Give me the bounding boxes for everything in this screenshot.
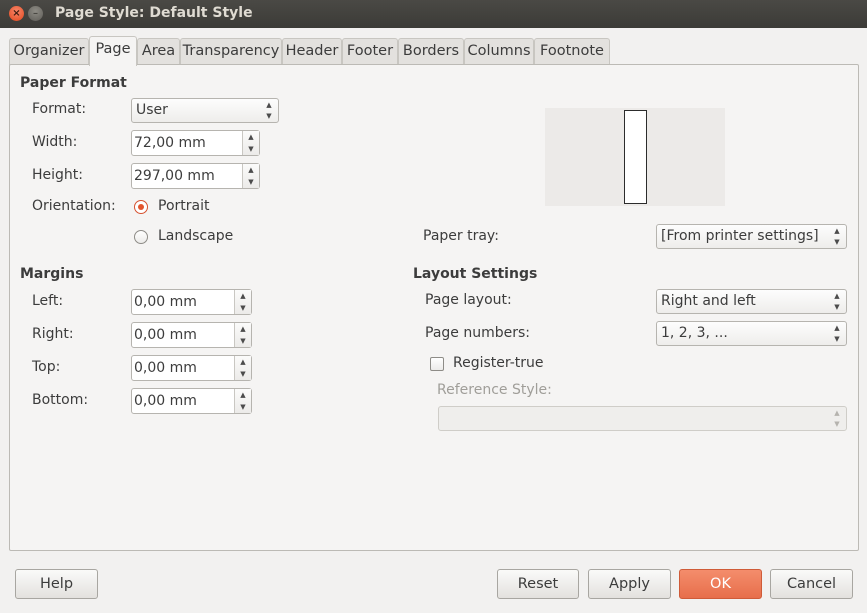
landscape-radio[interactable] xyxy=(134,230,148,244)
apply-button[interactable]: Apply xyxy=(588,569,671,599)
chevron-updown-icon: ▲ ▼ xyxy=(266,101,272,120)
portrait-radio[interactable] xyxy=(134,200,148,214)
chevron-updown-icon: ▲ ▼ xyxy=(834,227,840,246)
tab-footer[interactable]: Footer xyxy=(342,38,398,65)
paper-tray-select[interactable]: [From printer settings] ▲ ▼ xyxy=(656,224,847,249)
width-spinbox[interactable]: 72,00 mm ▲ ▼ xyxy=(131,130,260,156)
margin-right-value: 0,00 mm xyxy=(134,327,197,343)
register-true-checkbox[interactable] xyxy=(430,357,444,371)
height-spinbox[interactable]: 297,00 mm ▲ ▼ xyxy=(131,163,260,189)
margin-left-spinbox[interactable]: 0,00 mm ▲ ▼ xyxy=(131,289,252,315)
tab-columns[interactable]: Columns xyxy=(464,38,534,65)
tab-page[interactable]: Page xyxy=(89,36,137,66)
minimize-icon[interactable]: – xyxy=(28,6,43,21)
close-icon[interactable]: × xyxy=(9,6,24,21)
arrow-down-icon[interactable]: ▼ xyxy=(235,335,251,347)
margin-right-spinbox[interactable]: 0,00 mm ▲ ▼ xyxy=(131,322,252,348)
margin-top-label: Top: xyxy=(32,359,61,375)
page-numbers-label: Page numbers: xyxy=(425,325,530,341)
page-layout-select[interactable]: Right and left ▲ ▼ xyxy=(656,289,847,314)
window-title: Page Style: Default Style xyxy=(55,5,253,21)
register-true-label[interactable]: Register-true xyxy=(453,355,544,371)
arrow-up-icon[interactable]: ▲ xyxy=(235,323,251,335)
cancel-button[interactable]: Cancel xyxy=(770,569,853,599)
help-button[interactable]: Help xyxy=(15,569,98,599)
margins-heading: Margins xyxy=(20,266,84,282)
arrow-down-icon[interactable]: ▼ xyxy=(235,368,251,380)
tab-area[interactable]: Area xyxy=(137,38,180,65)
chevron-updown-icon: ▲ ▼ xyxy=(834,324,840,343)
margin-right-label: Right: xyxy=(32,326,74,342)
tab-footnote[interactable]: Footnote xyxy=(534,38,610,65)
arrow-up-icon[interactable]: ▲ xyxy=(235,389,251,401)
page-numbers-select[interactable]: 1, 2, 3, ... ▲ ▼ xyxy=(656,321,847,346)
page-preview-sheet xyxy=(624,110,647,204)
margin-left-value: 0,00 mm xyxy=(134,294,197,310)
reference-style-label: Reference Style: xyxy=(437,382,552,398)
tab-transparency[interactable]: Transparency xyxy=(180,38,282,65)
orientation-label: Orientation: xyxy=(32,198,116,214)
layout-settings-heading: Layout Settings xyxy=(413,266,538,282)
portrait-label[interactable]: Portrait xyxy=(158,198,209,214)
chevron-updown-icon: ▲ ▼ xyxy=(834,292,840,311)
tab-organizer[interactable]: Organizer xyxy=(9,38,89,65)
reset-button[interactable]: Reset xyxy=(497,569,579,599)
arrow-up-icon[interactable]: ▲ xyxy=(243,164,259,176)
paper-tray-value: [From printer settings] xyxy=(661,228,819,244)
arrow-down-icon[interactable]: ▼ xyxy=(235,401,251,413)
margin-top-spinbox[interactable]: 0,00 mm ▲ ▼ xyxy=(131,355,252,381)
arrow-up-icon[interactable]: ▲ xyxy=(243,131,259,143)
paper-format-heading: Paper Format xyxy=(20,75,127,91)
format-label: Format: xyxy=(32,101,87,117)
landscape-label[interactable]: Landscape xyxy=(158,228,233,244)
margin-top-value: 0,00 mm xyxy=(134,360,197,376)
paper-tray-label: Paper tray: xyxy=(423,228,499,244)
width-label: Width: xyxy=(32,134,78,150)
width-value: 72,00 mm xyxy=(134,135,206,151)
format-select[interactable]: User ▲ ▼ xyxy=(131,98,279,123)
arrow-up-icon[interactable]: ▲ xyxy=(235,290,251,302)
title-bar: × – Page Style: Default Style xyxy=(0,0,867,28)
margin-bottom-label: Bottom: xyxy=(32,392,89,408)
chevron-updown-icon: ▲ ▼ xyxy=(834,409,840,428)
ok-button[interactable]: OK xyxy=(679,569,762,599)
page-preview xyxy=(545,108,725,206)
page-layout-value: Right and left xyxy=(661,293,756,309)
arrow-down-icon[interactable]: ▼ xyxy=(243,143,259,155)
margin-bottom-value: 0,00 mm xyxy=(134,393,197,409)
reference-style-select[interactable]: ▲ ▼ xyxy=(438,406,847,431)
margin-bottom-spinbox[interactable]: 0,00 mm ▲ ▼ xyxy=(131,388,252,414)
tab-borders[interactable]: Borders xyxy=(398,38,464,65)
tab-header[interactable]: Header xyxy=(282,38,342,65)
arrow-up-icon[interactable]: ▲ xyxy=(235,356,251,368)
height-label: Height: xyxy=(32,167,83,183)
page-layout-label: Page layout: xyxy=(425,292,512,308)
arrow-down-icon[interactable]: ▼ xyxy=(243,176,259,188)
format-value: User xyxy=(136,102,168,118)
margin-left-label: Left: xyxy=(32,293,64,309)
page-numbers-value: 1, 2, 3, ... xyxy=(661,325,728,341)
height-value: 297,00 mm xyxy=(134,168,215,184)
arrow-down-icon[interactable]: ▼ xyxy=(235,302,251,314)
